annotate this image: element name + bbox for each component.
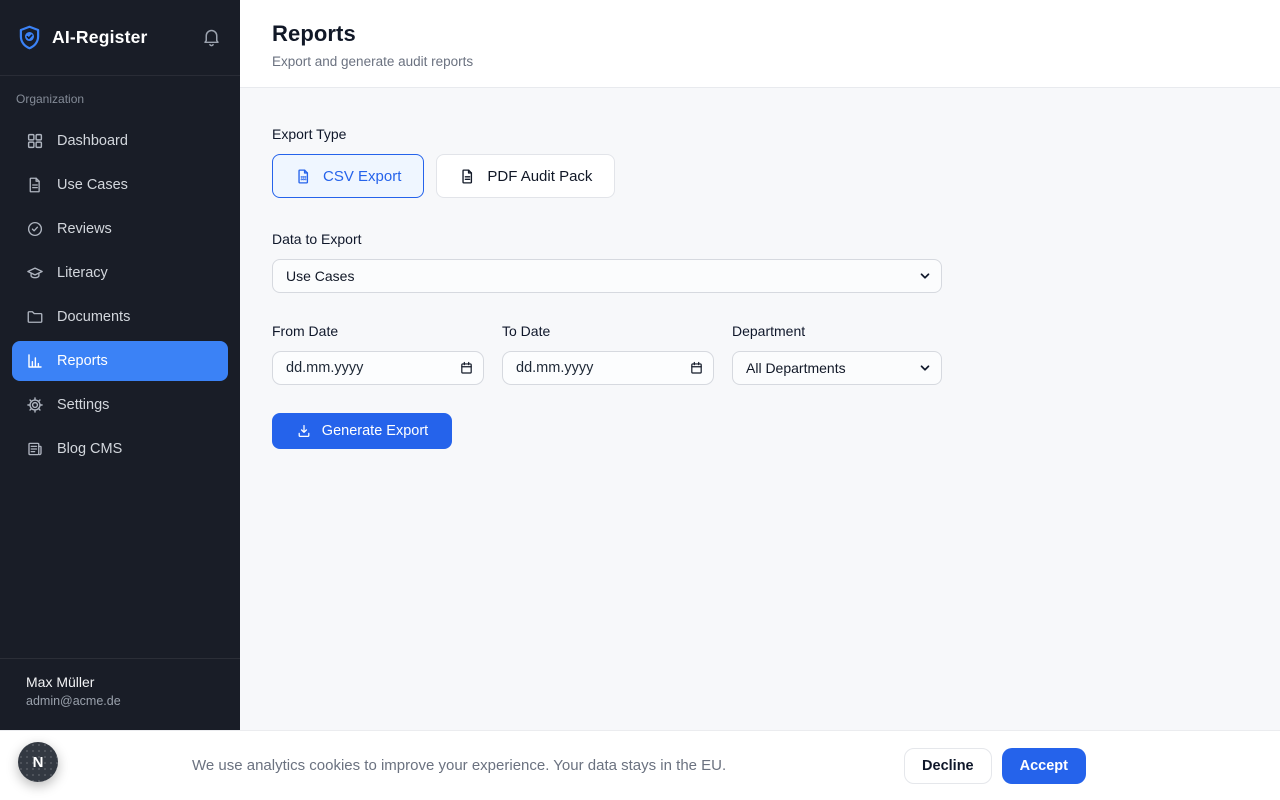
sidebar-section-label: Organization: [0, 76, 240, 106]
sidebar-item-label: Reports: [57, 353, 108, 369]
sidebar-item-dashboard[interactable]: Dashboard: [12, 121, 228, 161]
user-email: admin@acme.de: [26, 694, 224, 708]
data-to-export-select[interactable]: Use Cases: [272, 259, 942, 293]
sidebar-user-info[interactable]: Max Müller admin@acme.de: [0, 658, 240, 730]
folder-icon: [26, 308, 44, 326]
csv-file-icon: [295, 168, 312, 185]
sidebar-item-blog-cms[interactable]: Blog CMS: [12, 429, 228, 469]
bar-chart-icon: [26, 352, 44, 370]
sidebar-item-label: Use Cases: [57, 177, 128, 193]
cookie-actions: Decline Accept: [904, 748, 1086, 784]
decline-button[interactable]: Decline: [904, 748, 992, 784]
generate-export-label: Generate Export: [322, 423, 428, 439]
sidebar-item-use-cases[interactable]: Use Cases: [12, 165, 228, 205]
export-type-label: Export Type: [272, 126, 1248, 142]
data-to-export-label: Data to Export: [272, 231, 1248, 247]
filters-row: From Date To Date: [272, 323, 1248, 385]
sidebar-item-label: Documents: [57, 309, 130, 325]
department-label: Department: [732, 323, 942, 339]
sidebar-item-label: Literacy: [57, 265, 108, 281]
to-date-label: To Date: [502, 323, 714, 339]
from-date-label: From Date: [272, 323, 484, 339]
chat-widget-avatar[interactable]: N: [18, 742, 58, 782]
pdf-audit-pack-button[interactable]: PDF Audit Pack: [436, 154, 615, 198]
user-name: Max Müller: [26, 674, 224, 690]
from-date-input[interactable]: [272, 351, 484, 385]
pdf-audit-pack-label: PDF Audit Pack: [487, 168, 592, 185]
sidebar-item-reviews[interactable]: Reviews: [12, 209, 228, 249]
accept-button[interactable]: Accept: [1002, 748, 1086, 784]
sidebar-header: AI-Register: [0, 0, 240, 76]
check-circle-icon: [26, 220, 44, 238]
export-type-options: CSV Export PDF Audit Pack: [272, 154, 1248, 198]
sidebar-item-label: Dashboard: [57, 133, 128, 149]
sidebar-item-label: Settings: [57, 397, 109, 413]
page-title: Reports: [272, 21, 1248, 47]
dashboard-grid-icon: [26, 132, 44, 150]
app-title: AI-Register: [52, 27, 148, 48]
department-select[interactable]: All Departments: [732, 351, 942, 385]
to-date-input[interactable]: [502, 351, 714, 385]
sidebar-item-documents[interactable]: Documents: [12, 297, 228, 337]
newspaper-icon: [26, 440, 44, 458]
department-select-wrap: All Departments: [732, 351, 942, 385]
shield-check-logo-icon: [18, 25, 41, 50]
notifications-bell-icon[interactable]: [201, 27, 222, 48]
data-to-export-select-wrap: Use Cases: [272, 259, 942, 293]
cookie-message: We use analytics cookies to improve your…: [192, 757, 726, 774]
gear-icon: [26, 396, 44, 414]
to-date-field: To Date: [502, 323, 714, 385]
cookie-banner: We use analytics cookies to improve your…: [0, 730, 1280, 800]
sidebar: AI-Register Organization Dashboard: [0, 0, 240, 800]
pdf-file-icon: [459, 168, 476, 185]
sidebar-item-settings[interactable]: Settings: [12, 385, 228, 425]
reports-export-form: Export Type CSV Export PDF Audit Pack: [240, 88, 1280, 730]
sidebar-item-reports[interactable]: Reports: [12, 341, 228, 381]
sidebar-nav: Dashboard Use Cases Reviews: [0, 121, 240, 469]
sidebar-item-literacy[interactable]: Literacy: [12, 253, 228, 293]
csv-export-button[interactable]: CSV Export: [272, 154, 424, 198]
csv-export-label: CSV Export: [323, 168, 401, 185]
page-header: Reports Export and generate audit report…: [240, 0, 1280, 88]
download-icon: [296, 423, 312, 439]
sidebar-item-label: Reviews: [57, 221, 112, 237]
avatar-letter: N: [33, 754, 44, 771]
document-icon: [26, 176, 44, 194]
generate-export-button[interactable]: Generate Export: [272, 413, 452, 449]
from-date-field: From Date: [272, 323, 484, 385]
sidebar-item-label: Blog CMS: [57, 441, 122, 457]
graduation-cap-icon: [26, 264, 44, 282]
page-subtitle: Export and generate audit reports: [272, 54, 1248, 69]
department-field: Department All Departments: [732, 323, 942, 385]
